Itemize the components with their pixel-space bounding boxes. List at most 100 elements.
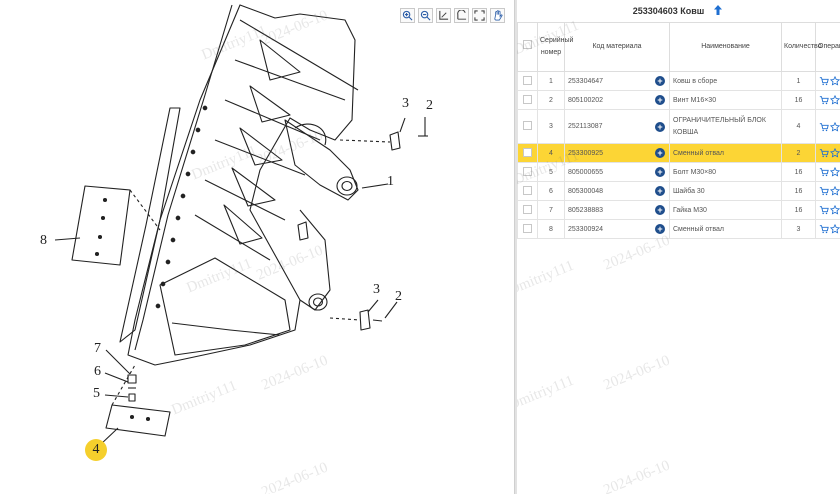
parts-table: Серийный номер Код материала Наименовани… (517, 22, 840, 239)
table-row[interactable]: 1 253304647 + Ковш в сборе 1 (517, 71, 840, 91)
callout-5: 5 (93, 386, 100, 401)
cart-icon[interactable] (819, 167, 829, 177)
assembly-header: 253304603 Ковш (517, 0, 840, 22)
column-header-serial: Серийный номер (537, 22, 573, 72)
cart-icon[interactable] (819, 205, 829, 215)
plus-icon[interactable]: + (655, 186, 665, 196)
plus-icon[interactable]: + (655, 148, 665, 158)
drawing-viewer[interactable]: 1 2 3 2 3 4 5 6 7 8 Dmitriy111 2024-06-1… (0, 0, 514, 494)
callout-2b: 2 (395, 289, 402, 304)
row-code: 805238883 + (564, 200, 670, 220)
star-icon[interactable] (829, 166, 840, 177)
row-name: Сменный отвал (669, 143, 782, 163)
column-header-name: Наименование (669, 22, 782, 72)
star-icon[interactable] (829, 147, 840, 158)
up-arrow-icon[interactable] (712, 4, 724, 18)
table-row[interactable]: 8 253300924 + Сменный отвал 3 (517, 219, 840, 239)
cart-icon[interactable] (819, 76, 829, 86)
row-serial: 5 (537, 162, 565, 182)
row-name: Винт M16×30 (669, 90, 782, 110)
row-code-text: 805238883 (568, 206, 604, 214)
table-row[interactable]: 5 805000655 + Болт М30×80 16 (517, 162, 840, 182)
cart-icon[interactable] (819, 186, 829, 196)
table-row[interactable]: 3 252113087 + ОГРАНИЧИТЕЛЬНЫЙ БЛОК КОВША … (517, 109, 840, 144)
row-qty: 16 (781, 162, 816, 182)
plus-icon[interactable]: + (655, 205, 665, 215)
plus-icon[interactable]: + (655, 76, 665, 86)
row-code-text: 253300924 (568, 225, 604, 233)
column-header-operation: Операция (815, 22, 840, 72)
row-serial: 4 (537, 143, 565, 163)
row-checkbox[interactable] (517, 90, 538, 110)
select-all-checkbox[interactable] (517, 22, 538, 72)
watermark-name: Dmitriy111 (517, 257, 577, 299)
star-icon[interactable] (829, 94, 840, 105)
row-code: 252113087 + (564, 109, 670, 144)
watermark-name: Dmitriy111 (517, 372, 577, 414)
row-checkbox[interactable] (517, 162, 538, 182)
table-row[interactable]: 2 805100202 + Винт M16×30 16 (517, 90, 840, 110)
row-checkbox[interactable] (517, 219, 538, 239)
row-checkbox[interactable] (517, 200, 538, 220)
row-code-text: 253300925 (568, 149, 604, 157)
callout-6: 6 (94, 364, 101, 379)
row-qty: 16 (781, 90, 816, 110)
star-icon[interactable] (829, 121, 840, 132)
callout-4-highlighted[interactable]: 4 (85, 439, 107, 461)
cart-icon[interactable] (819, 95, 829, 105)
callout-3: 3 (402, 96, 409, 111)
plus-icon[interactable]: + (655, 95, 665, 105)
zoom-in-icon[interactable] (400, 8, 415, 23)
parts-panel: 253304603 Ковш Серийный номер Код матери… (517, 0, 840, 494)
row-code-text: 805000655 (568, 168, 604, 176)
row-code-text: 253304647 (568, 77, 604, 85)
zoom-out-icon[interactable] (418, 8, 433, 23)
row-qty: 4 (781, 109, 816, 144)
row-operations (815, 109, 840, 144)
pan-icon[interactable] (490, 8, 505, 23)
star-icon[interactable] (829, 185, 840, 196)
cart-icon[interactable] (819, 122, 829, 132)
table-row[interactable]: 7 805238883 + Гайка М30 16 (517, 200, 840, 220)
watermark-date: 2024-06-10 (601, 457, 673, 494)
row-code-text: 252113087 (568, 123, 603, 130)
fullscreen-icon[interactable] (472, 8, 487, 23)
table-row[interactable]: 6 805300048 + Шайба 30 16 (517, 181, 840, 201)
row-qty: 16 (781, 181, 816, 201)
plus-icon[interactable]: + (655, 224, 665, 234)
row-name: Сменный отвал (669, 219, 782, 239)
row-operations (815, 71, 840, 91)
callout-1: 1 (387, 174, 394, 189)
row-code-text: 805100202 (568, 96, 604, 104)
plus-icon[interactable]: + (655, 167, 665, 177)
row-checkbox[interactable] (517, 143, 538, 163)
row-code: 253300924 + (564, 219, 670, 239)
star-icon[interactable] (829, 75, 840, 86)
star-icon[interactable] (829, 204, 840, 215)
row-checkbox[interactable] (517, 71, 538, 91)
row-operations (815, 90, 840, 110)
cart-icon[interactable] (819, 148, 829, 158)
plus-icon[interactable]: + (655, 121, 665, 132)
row-code: 805300048 + (564, 181, 670, 201)
row-name: ОГРАНИЧИТЕЛЬНЫЙ БЛОК КОВША (669, 109, 782, 144)
row-operations (815, 219, 840, 239)
callout-3b: 3 (373, 282, 380, 297)
row-serial: 6 (537, 181, 565, 201)
callout-2: 2 (426, 98, 433, 113)
callout-8: 8 (40, 233, 47, 248)
column-header-qty: Количество (781, 22, 822, 72)
row-operations (815, 181, 840, 201)
fit-width-icon[interactable] (454, 8, 469, 23)
fit-page-icon[interactable] (436, 8, 451, 23)
row-serial: 2 (537, 90, 565, 110)
cart-icon[interactable] (819, 224, 829, 234)
row-checkbox[interactable] (517, 181, 538, 201)
row-serial: 3 (537, 109, 565, 144)
row-qty: 1 (781, 71, 816, 91)
table-row-selected[interactable]: 4 253300925 + Сменный отвал 2 (517, 143, 840, 163)
row-code: 805100202 + (564, 90, 670, 110)
bucket-exploded-drawing (54, 4, 428, 446)
row-checkbox[interactable] (517, 109, 538, 144)
star-icon[interactable] (829, 223, 840, 234)
